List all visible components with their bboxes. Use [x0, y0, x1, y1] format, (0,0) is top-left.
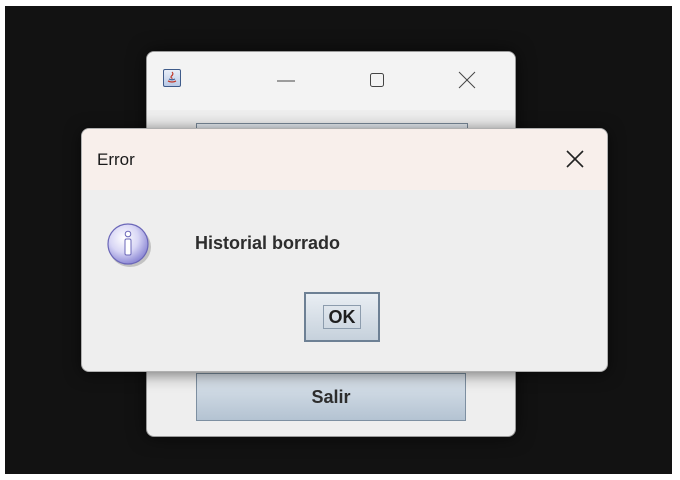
close-icon[interactable] — [564, 148, 586, 170]
close-icon[interactable] — [456, 70, 478, 92]
java-cup-icon — [163, 69, 181, 87]
information-icon — [105, 221, 153, 269]
exit-button[interactable]: Salir — [196, 373, 466, 421]
minimize-icon[interactable] — [275, 70, 297, 92]
dialog-titlebar: Error — [82, 129, 607, 190]
ok-button-label: OK — [323, 305, 361, 329]
maximize-icon[interactable] — [366, 70, 388, 92]
error-dialog: Error Historial borrado OK — [81, 128, 608, 372]
parent-titlebar — [147, 52, 515, 110]
dialog-message: Historial borrado — [195, 233, 341, 253]
dialog-title: Error — [97, 150, 135, 169]
ok-button[interactable]: OK — [304, 292, 380, 342]
